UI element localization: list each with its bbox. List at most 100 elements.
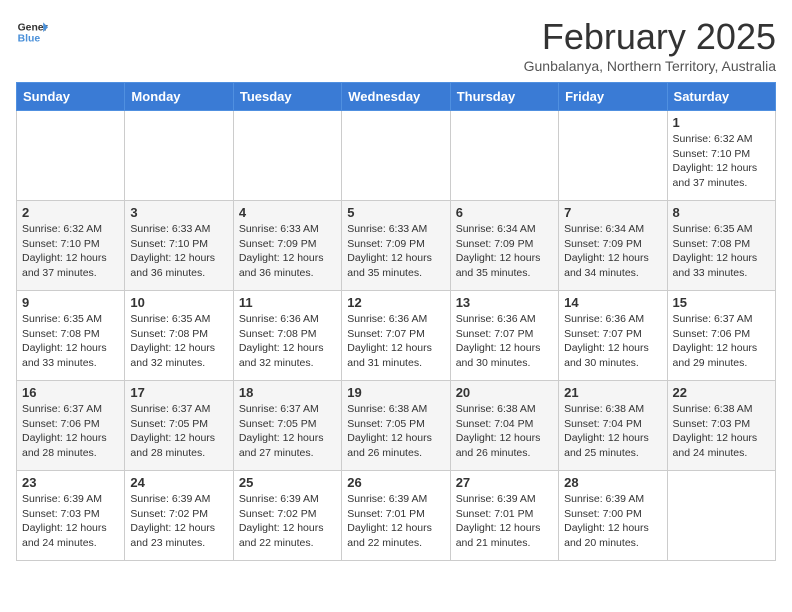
calendar-cell	[342, 111, 450, 201]
day-number: 15	[673, 295, 770, 310]
day-number: 5	[347, 205, 444, 220]
weekday-thursday: Thursday	[450, 83, 558, 111]
weekday-header-row: SundayMondayTuesdayWednesdayThursdayFrid…	[17, 83, 776, 111]
calendar-table: SundayMondayTuesdayWednesdayThursdayFrid…	[16, 82, 776, 561]
day-info: Sunrise: 6:38 AM Sunset: 7:04 PM Dayligh…	[456, 402, 553, 461]
calendar-cell: 4Sunrise: 6:33 AM Sunset: 7:09 PM Daylig…	[233, 201, 341, 291]
calendar-cell: 20 Sunrise: 6:38 AM Sunset: 7:04 PM Dayli…	[450, 381, 558, 471]
day-number: 21	[564, 385, 661, 400]
weekday-sunday: Sunday	[17, 83, 125, 111]
calendar-cell	[125, 111, 233, 201]
calendar-cell: 13 Sunrise: 6:36 AM Sunset: 7:07 PM Dayli…	[450, 291, 558, 381]
day-info: Sunrise: 6:38 AM Sunset: 7:03 PM Dayligh…	[673, 402, 770, 461]
calendar-cell: 27 Sunrise: 6:39 AM Sunset: 7:01 PM Dayli…	[450, 471, 558, 561]
day-info: Sunrise: 6:39 AM Sunset: 7:03 PM Dayligh…	[22, 492, 119, 551]
day-number: 14	[564, 295, 661, 310]
calendar-cell: 9 Sunrise: 6:35 AM Sunset: 7:08 PM Daylig…	[17, 291, 125, 381]
logo-icon: General Blue	[16, 16, 48, 48]
day-number: 4	[239, 205, 336, 220]
day-info: Sunrise: 6:33 AM Sunset: 7:09 PM Dayligh…	[347, 222, 444, 281]
calendar-cell: 21 Sunrise: 6:38 AM Sunset: 7:04 PM Dayli…	[559, 381, 667, 471]
week-row-1: 1Sunrise: 6:32 AM Sunset: 7:10 PM Daylig…	[17, 111, 776, 201]
day-info: Sunrise: 6:39 AM Sunset: 7:02 PM Dayligh…	[239, 492, 336, 551]
day-number: 27	[456, 475, 553, 490]
day-number: 23	[22, 475, 119, 490]
day-info: Sunrise: 6:34 AM Sunset: 7:09 PM Dayligh…	[564, 222, 661, 281]
day-number: 19	[347, 385, 444, 400]
day-number: 20	[456, 385, 553, 400]
day-number: 11	[239, 295, 336, 310]
day-info: Sunrise: 6:32 AM Sunset: 7:10 PM Dayligh…	[22, 222, 119, 281]
calendar-cell: 25 Sunrise: 6:39 AM Sunset: 7:02 PM Dayli…	[233, 471, 341, 561]
calendar-cell: 1Sunrise: 6:32 AM Sunset: 7:10 PM Daylig…	[667, 111, 775, 201]
calendar-cell	[233, 111, 341, 201]
week-row-5: 23 Sunrise: 6:39 AM Sunset: 7:03 PM Dayli…	[17, 471, 776, 561]
calendar-cell: 3 Sunrise: 6:33 AM Sunset: 7:10 PM Daylig…	[125, 201, 233, 291]
calendar-cell: 16 Sunrise: 6:37 AM Sunset: 7:06 PM Dayli…	[17, 381, 125, 471]
calendar-cell	[17, 111, 125, 201]
weekday-tuesday: Tuesday	[233, 83, 341, 111]
day-number: 13	[456, 295, 553, 310]
calendar-cell: 7 Sunrise: 6:34 AM Sunset: 7:09 PM Daylig…	[559, 201, 667, 291]
day-number: 12	[347, 295, 444, 310]
day-info: Sunrise: 6:32 AM Sunset: 7:10 PM Dayligh…	[673, 132, 770, 191]
location: Gunbalanya, Northern Territory, Australi…	[524, 58, 776, 74]
week-row-4: 16 Sunrise: 6:37 AM Sunset: 7:06 PM Dayli…	[17, 381, 776, 471]
day-info: Sunrise: 6:36 AM Sunset: 7:07 PM Dayligh…	[347, 312, 444, 371]
calendar-cell: 6 Sunrise: 6:34 AM Sunset: 7:09 PM Daylig…	[450, 201, 558, 291]
calendar-cell: 15 Sunrise: 6:37 AM Sunset: 7:06 PM Dayli…	[667, 291, 775, 381]
weekday-wednesday: Wednesday	[342, 83, 450, 111]
day-info: Sunrise: 6:35 AM Sunset: 7:08 PM Dayligh…	[22, 312, 119, 371]
calendar-cell: 28Sunrise: 6:39 AM Sunset: 7:00 PM Dayli…	[559, 471, 667, 561]
day-info: Sunrise: 6:36 AM Sunset: 7:07 PM Dayligh…	[456, 312, 553, 371]
calendar-cell: 17 Sunrise: 6:37 AM Sunset: 7:05 PM Dayli…	[125, 381, 233, 471]
day-info: Sunrise: 6:35 AM Sunset: 7:08 PM Dayligh…	[130, 312, 227, 371]
weekday-saturday: Saturday	[667, 83, 775, 111]
calendar-cell	[450, 111, 558, 201]
day-number: 8	[673, 205, 770, 220]
day-number: 28	[564, 475, 661, 490]
day-info: Sunrise: 6:39 AM Sunset: 7:01 PM Dayligh…	[347, 492, 444, 551]
day-info: Sunrise: 6:37 AM Sunset: 7:06 PM Dayligh…	[22, 402, 119, 461]
calendar-cell: 12 Sunrise: 6:36 AM Sunset: 7:07 PM Dayli…	[342, 291, 450, 381]
calendar-cell: 8 Sunrise: 6:35 AM Sunset: 7:08 PM Daylig…	[667, 201, 775, 291]
calendar-cell	[559, 111, 667, 201]
day-info: Sunrise: 6:38 AM Sunset: 7:04 PM Dayligh…	[564, 402, 661, 461]
day-number: 6	[456, 205, 553, 220]
calendar-cell: 26Sunrise: 6:39 AM Sunset: 7:01 PM Dayli…	[342, 471, 450, 561]
day-number: 18	[239, 385, 336, 400]
day-info: Sunrise: 6:37 AM Sunset: 7:06 PM Dayligh…	[673, 312, 770, 371]
weekday-friday: Friday	[559, 83, 667, 111]
page-header: General Blue February 2025 Gunbalanya, N…	[16, 16, 776, 74]
day-number: 16	[22, 385, 119, 400]
day-number: 24	[130, 475, 227, 490]
day-number: 17	[130, 385, 227, 400]
day-info: Sunrise: 6:35 AM Sunset: 7:08 PM Dayligh…	[673, 222, 770, 281]
week-row-2: 2Sunrise: 6:32 AM Sunset: 7:10 PM Daylig…	[17, 201, 776, 291]
week-row-3: 9 Sunrise: 6:35 AM Sunset: 7:08 PM Daylig…	[17, 291, 776, 381]
calendar-cell: 14Sunrise: 6:36 AM Sunset: 7:07 PM Dayli…	[559, 291, 667, 381]
svg-text:Blue: Blue	[18, 34, 41, 45]
day-number: 7	[564, 205, 661, 220]
calendar-cell: 2Sunrise: 6:32 AM Sunset: 7:10 PM Daylig…	[17, 201, 125, 291]
calendar-cell: 19 Sunrise: 6:38 AM Sunset: 7:05 PM Dayli…	[342, 381, 450, 471]
day-number: 22	[673, 385, 770, 400]
month-title: February 2025	[524, 16, 776, 58]
day-info: Sunrise: 6:39 AM Sunset: 7:01 PM Dayligh…	[456, 492, 553, 551]
day-info: Sunrise: 6:38 AM Sunset: 7:05 PM Dayligh…	[347, 402, 444, 461]
day-info: Sunrise: 6:37 AM Sunset: 7:05 PM Dayligh…	[239, 402, 336, 461]
weekday-monday: Monday	[125, 83, 233, 111]
day-number: 25	[239, 475, 336, 490]
day-number: 9	[22, 295, 119, 310]
day-number: 10	[130, 295, 227, 310]
calendar-cell: 23 Sunrise: 6:39 AM Sunset: 7:03 PM Dayli…	[17, 471, 125, 561]
calendar-cell	[667, 471, 775, 561]
day-info: Sunrise: 6:33 AM Sunset: 7:10 PM Dayligh…	[130, 222, 227, 281]
day-info: Sunrise: 6:37 AM Sunset: 7:05 PM Dayligh…	[130, 402, 227, 461]
title-area: February 2025 Gunbalanya, Northern Terri…	[524, 16, 776, 74]
day-info: Sunrise: 6:34 AM Sunset: 7:09 PM Dayligh…	[456, 222, 553, 281]
calendar-cell: 22 Sunrise: 6:38 AM Sunset: 7:03 PM Dayli…	[667, 381, 775, 471]
day-number: 3	[130, 205, 227, 220]
day-info: Sunrise: 6:36 AM Sunset: 7:08 PM Dayligh…	[239, 312, 336, 371]
day-info: Sunrise: 6:39 AM Sunset: 7:02 PM Dayligh…	[130, 492, 227, 551]
